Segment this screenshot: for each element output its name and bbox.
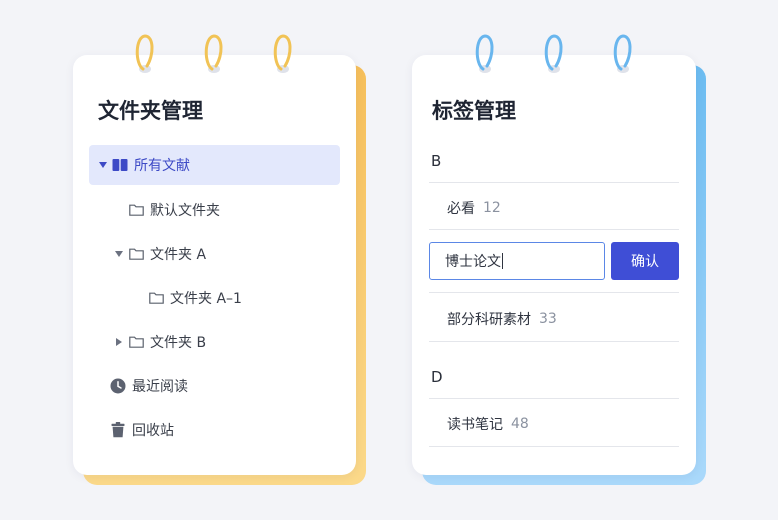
folder-icon [148,290,164,306]
binder-ring-icon [612,33,634,73]
divider [429,341,679,342]
caret-down-icon[interactable] [114,251,124,257]
tree-item-trash[interactable]: 回收站 [110,410,320,450]
tag-name: 读书笔记 [447,417,503,433]
caret-right-icon[interactable] [114,338,124,346]
divider [429,446,679,447]
book-icon [112,157,128,173]
folder-management-card: 文件夹管理 所有文献 默认文件夹 文件夹 A 文件夹 A–1 文件夹 B 最近阅… [73,55,367,485]
panel-title: 文件夹管理 [98,99,203,123]
folder-icon [128,334,144,350]
tree-item-folder-a[interactable]: 文件夹 A [114,234,324,274]
tag-name: 部分科研素材 [447,312,531,328]
tree-item-folder-a-1[interactable]: 文件夹 A–1 [148,278,338,318]
binder-ring-icon [543,33,565,73]
tree-item-label: 最近阅读 [132,379,188,395]
tag-item[interactable]: 读书笔记 48 [447,414,529,434]
tree-item-label: 所有文献 [134,158,190,174]
group-letter-b: B [431,152,442,170]
tree-item-label: 文件夹 A–1 [170,291,242,307]
binder-ring-icon [474,33,496,73]
trash-icon [110,422,126,438]
tree-item-label: 文件夹 A [150,247,207,263]
tag-item[interactable]: 部分科研素材 33 [447,309,557,329]
tag-count: 12 [483,200,501,216]
tag-panel: 标签管理 B 必看 12 博士论文 确认 部分科研素材 33 D 读书笔记 48 [412,55,696,475]
tree-item-all-documents[interactable]: 所有文献 [89,145,340,185]
folder-icon [128,246,144,262]
divider [429,229,679,230]
binder-ring-icon [272,33,294,73]
caret-down-icon[interactable] [98,162,108,168]
divider [429,182,679,183]
tag-name-input[interactable]: 博士论文 [429,242,605,280]
folder-icon [128,202,144,218]
confirm-button[interactable]: 确认 [611,242,679,280]
input-value: 博士论文 [445,254,501,270]
tree-item-recent-reading[interactable]: 最近阅读 [110,366,320,406]
tag-management-card: 标签管理 B 必看 12 博士论文 确认 部分科研素材 33 D 读书笔记 48 [412,55,706,485]
divider [429,398,679,399]
tag-count: 33 [539,311,557,327]
tag-count: 48 [511,416,529,432]
tag-name: 必看 [447,201,475,217]
tree-item-label: 默认文件夹 [150,203,220,219]
tag-item[interactable]: 必看 12 [447,198,501,218]
clock-icon [110,378,126,394]
binder-ring-icon [134,33,156,73]
group-letter-d: D [431,368,443,386]
folder-panel: 文件夹管理 所有文献 默认文件夹 文件夹 A 文件夹 A–1 文件夹 B 最近阅… [73,55,356,475]
tree-item-label: 文件夹 B [150,335,207,351]
text-cursor [502,253,503,269]
divider [429,292,679,293]
panel-title: 标签管理 [432,99,516,123]
tree-item-label: 回收站 [132,423,174,439]
tree-item-folder-b[interactable]: 文件夹 B [114,322,324,362]
binder-ring-icon [203,33,225,73]
tree-item-default-folder[interactable]: 默认文件夹 [128,190,328,230]
